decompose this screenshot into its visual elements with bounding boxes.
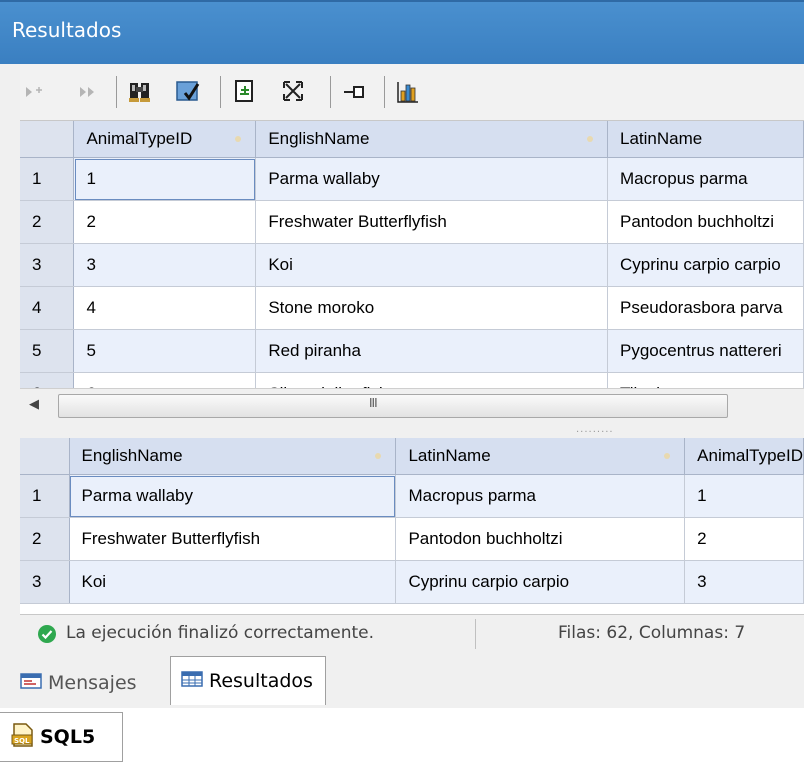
row-number[interactable]: 2 — [20, 517, 70, 561]
grid-header-row: AnimalTypeID EnglishName LatinName — [20, 121, 804, 158]
row-number[interactable]: 4 — [20, 286, 75, 330]
table-row[interactable]: 5 5 Red piranha Pygocentrus nattereri — [20, 329, 804, 373]
table-cell[interactable]: Tilapia sp. — [607, 372, 804, 388]
row-column-count: Filas: 62, Columnas: 7 — [558, 623, 746, 643]
table-cell[interactable]: Parma wallaby — [69, 474, 397, 518]
table-row[interactable]: 1 Parma wallaby Macropus parma 1 — [20, 474, 804, 518]
success-check-icon — [38, 625, 56, 643]
column-header-animaltypeid[interactable]: AnimalTypeID — [73, 121, 257, 158]
column-header-latinname[interactable]: LatinName — [607, 121, 804, 158]
status-bar: La ejecución finalizó correctamente. Fil… — [20, 614, 804, 654]
copy-icon[interactable] — [232, 78, 260, 106]
window-title: Resultados — [12, 18, 122, 42]
scrollbar-thumb[interactable]: III — [58, 394, 728, 418]
row-number[interactable]: 6 — [20, 372, 75, 388]
tab-resultados[interactable]: Resultados — [170, 656, 326, 705]
left-gutter — [0, 64, 20, 656]
table-cell[interactable]: Cyprinu carpio carpio — [395, 560, 686, 604]
table-cell[interactable]: Pantodon buchholtzi — [607, 200, 804, 244]
table-cell[interactable]: 3 — [73, 243, 257, 287]
table-cell[interactable]: Pygocentrus nattereri — [607, 329, 804, 373]
horizontal-scrollbar[interactable]: ◀ III — [20, 388, 804, 423]
toolbar — [0, 64, 804, 121]
row-number[interactable]: 1 — [20, 474, 70, 518]
results-grid-1: AnimalTypeID EnglishName LatinName 1 1 P… — [20, 121, 804, 388]
results-grid-2: EnglishName LatinName AnimalTypeID 1 Par… — [20, 438, 804, 614]
maximize-icon[interactable] — [280, 78, 308, 106]
table-cell[interactable]: Red piranha — [255, 329, 609, 373]
find-icon[interactable] — [126, 78, 154, 106]
table-row[interactable]: 6 6 Silver dollar fish Tilapia sp. — [20, 372, 804, 388]
results-window: Resultados AnimalTypeID EnglishName Lati… — [0, 0, 804, 764]
next-page-icon[interactable] — [20, 78, 48, 106]
table-cell[interactable]: 5 — [73, 329, 257, 373]
table-cell[interactable]: Koi — [69, 560, 397, 604]
table-cell[interactable]: Freshwater Butterflyfish — [69, 517, 397, 561]
select-icon[interactable] — [174, 78, 202, 106]
column-header-englishname[interactable]: EnglishName — [69, 438, 397, 475]
table-cell[interactable]: Silver dollar fish — [255, 372, 609, 388]
tab-label: SQL5 — [40, 726, 96, 748]
table-cell[interactable]: Koi — [255, 243, 609, 287]
document-tabs: SQL SQL5 — [0, 708, 804, 764]
row-number[interactable]: 5 — [20, 329, 75, 373]
table-cell[interactable]: 1 — [684, 474, 804, 518]
last-page-icon[interactable] — [74, 78, 102, 106]
tab-sql5[interactable]: SQL SQL5 — [0, 712, 123, 762]
table-cell[interactable]: Macropus parma — [607, 157, 804, 201]
table-row[interactable]: 4 4 Stone moroko Pseudorasbora parva — [20, 286, 804, 330]
grid-corner — [20, 438, 70, 475]
grid-splitter[interactable]: ......... — [20, 422, 804, 438]
row-number[interactable]: 3 — [20, 243, 75, 287]
sql-file-icon: SQL — [10, 722, 36, 753]
table-cell[interactable]: Macropus parma — [395, 474, 686, 518]
table-cell[interactable]: Pseudorasbora parva — [607, 286, 804, 330]
table-cell[interactable]: 6 — [73, 372, 257, 388]
table-cell[interactable]: 1 — [73, 157, 257, 201]
table-row[interactable]: 2 Freshwater Butterflyfish Pantodon buch… — [20, 517, 804, 561]
table-cell[interactable]: 4 — [73, 286, 257, 330]
table-row[interactable]: 3 Koi Cyprinu carpio carpio 3 — [20, 560, 804, 604]
table-row[interactable]: 3 3 Koi Cyprinu carpio carpio — [20, 243, 804, 287]
status-message: La ejecución finalizó correctamente. — [66, 623, 375, 643]
grid-table-icon — [181, 670, 203, 693]
table-cell[interactable]: Freshwater Butterflyfish — [255, 200, 609, 244]
output-tabs: Mensajes Resultados — [0, 652, 804, 709]
grid-header-row: EnglishName LatinName AnimalTypeID — [20, 438, 804, 475]
table-cell[interactable]: 2 — [684, 517, 804, 561]
tab-label: Mensajes — [48, 672, 137, 694]
table-cell[interactable]: 3 — [684, 560, 804, 604]
messages-icon — [20, 672, 42, 695]
table-row[interactable]: 2 2 Freshwater Butterflyfish Pantodon bu… — [20, 200, 804, 244]
row-number[interactable]: 1 — [20, 157, 75, 201]
table-cell[interactable]: Stone moroko — [255, 286, 609, 330]
table-cell[interactable]: 2 — [73, 200, 257, 244]
table-row[interactable]: 1 1 Parma wallaby Macropus parma — [20, 157, 804, 201]
svg-text:SQL: SQL — [14, 737, 30, 745]
tab-label: Resultados — [209, 670, 313, 692]
row-number[interactable]: 2 — [20, 200, 75, 244]
row-number[interactable]: 3 — [20, 560, 70, 604]
grid-corner — [20, 121, 75, 158]
tab-mensajes[interactable]: Mensajes — [20, 664, 137, 702]
pin-icon[interactable] — [340, 78, 368, 106]
table-cell[interactable]: Cyprinu carpio carpio — [607, 243, 804, 287]
table-cell[interactable]: Parma wallaby — [255, 157, 609, 201]
title-bar: Resultados — [0, 0, 804, 64]
column-header-animaltypeid[interactable]: AnimalTypeID — [684, 438, 804, 475]
scroll-left-icon[interactable]: ◀ — [24, 397, 44, 415]
chart-icon[interactable] — [394, 78, 422, 106]
table-cell[interactable]: Pantodon buchholtzi — [395, 517, 686, 561]
column-header-latinname[interactable]: LatinName — [395, 438, 686, 475]
column-header-englishname[interactable]: EnglishName — [255, 121, 609, 158]
